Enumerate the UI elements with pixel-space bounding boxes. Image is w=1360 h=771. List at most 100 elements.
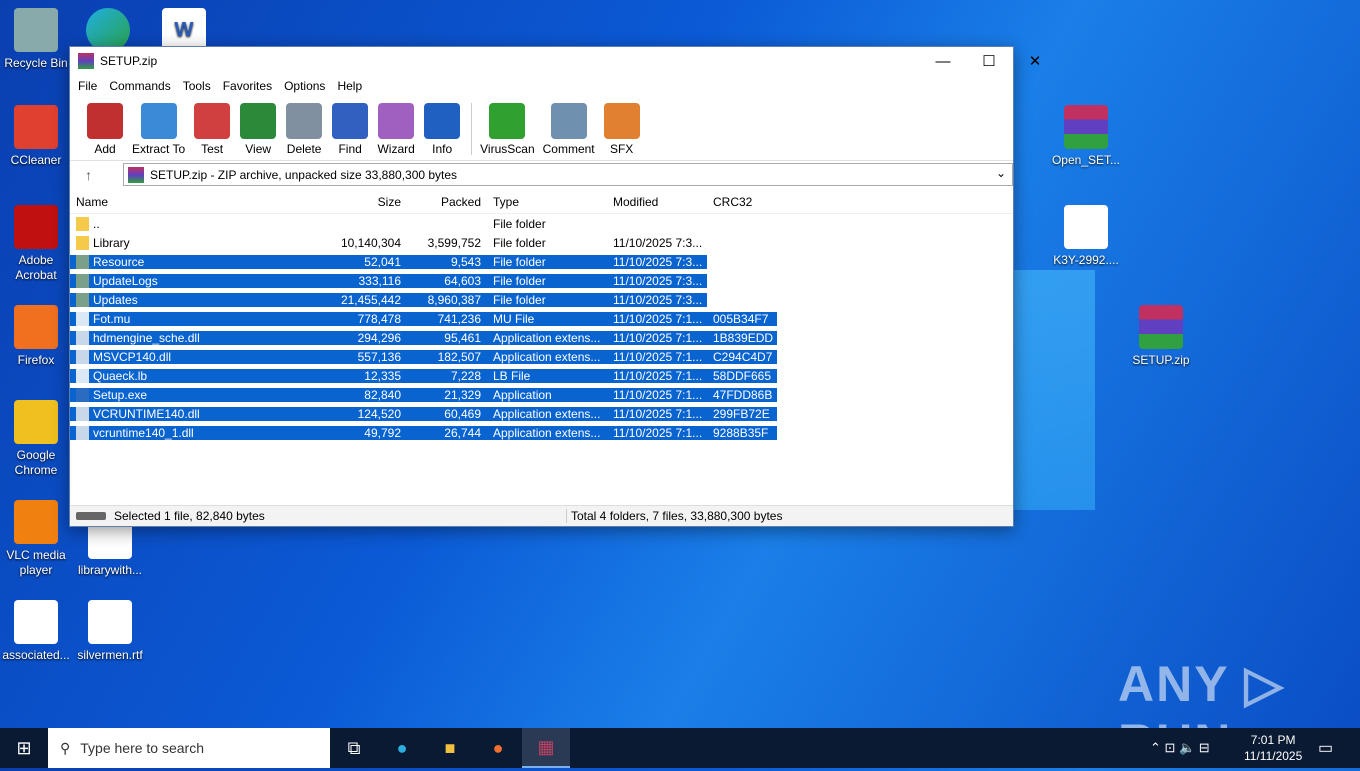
address-dropdown[interactable]: ⌄	[996, 166, 1006, 180]
file-size: 778,478	[327, 311, 407, 326]
find-button[interactable]: Find	[331, 97, 369, 156]
desktop-icon-label: K3Y-2992....	[1053, 253, 1119, 267]
file-row[interactable]: Library 10,140,304 3,599,752 File folder 11/…	[70, 233, 1013, 252]
word-doc-icon	[1064, 205, 1108, 249]
wizard-button[interactable]: Wizard	[377, 97, 415, 156]
exe-icon	[76, 387, 89, 402]
sfx-icon	[603, 103, 640, 139]
toolbar-label: SFX	[609, 142, 634, 156]
extract-to-button[interactable]: Extract To	[132, 97, 185, 156]
file-icon	[76, 311, 89, 326]
firefox-taskbar-icon[interactable]: ●	[474, 728, 522, 768]
window-title: SETUP.zip	[100, 54, 158, 68]
add-button[interactable]: Add	[86, 97, 124, 156]
column-header-type[interactable]: Type	[487, 195, 607, 209]
up-button[interactable]: ↑	[85, 167, 92, 183]
desktop-icon[interactable]: VLC media player	[0, 500, 72, 578]
delete-button[interactable]: Delete	[285, 97, 323, 156]
title-bar[interactable]: SETUP.zip — ☐ ✕	[70, 47, 1041, 75]
file-row[interactable]: Updates 21,455,442 8,960,387 File folder 11/…	[70, 290, 1013, 309]
sfx-button[interactable]: SFX	[603, 97, 641, 156]
menu-file[interactable]: File	[76, 79, 105, 93]
winrar-icon	[78, 53, 94, 69]
winrar-taskbar-icon[interactable]: ▦	[522, 728, 570, 768]
virusscan-icon	[489, 103, 526, 139]
file-row[interactable]: MSVCP140.dll 557,136 182,507 Application ex…	[70, 347, 1013, 366]
file-row[interactable]: .. File folder	[70, 214, 1013, 233]
column-header-crc32[interactable]: CRC32	[707, 195, 777, 209]
file-crc: 47FDD86B	[707, 387, 777, 402]
desktop-icon[interactable]: Open_SET...	[1050, 105, 1122, 168]
desktop-icon-label: Recycle Bin	[4, 56, 68, 70]
file-type: Application extens...	[487, 406, 607, 421]
desktop-icon-image	[14, 205, 58, 249]
desktop-icon[interactable]: SETUP.zip	[1125, 305, 1197, 368]
view-button[interactable]: View	[239, 97, 277, 156]
address-field[interactable]: SETUP.zip - ZIP archive, unpacked size 3…	[123, 163, 1013, 186]
menu-options[interactable]: Options	[282, 79, 333, 93]
task-view-icon[interactable]: ⧉	[330, 728, 378, 768]
info-button[interactable]: Info	[423, 97, 461, 156]
file-size: 49,792	[327, 425, 407, 440]
file-row[interactable]: Setup.exe 82,840 21,329 Application 11/10/20…	[70, 385, 1013, 404]
file-icon	[76, 368, 89, 383]
comment-button[interactable]: Comment	[543, 97, 595, 156]
column-header-size[interactable]: Size	[327, 195, 407, 209]
column-header-name[interactable]: Name	[70, 195, 327, 209]
minimize-button[interactable]: —	[920, 47, 966, 75]
desktop-icon[interactable]: Firefox	[0, 305, 72, 368]
file-type: MU File	[487, 311, 607, 326]
desktop-icon-label: Firefox	[17, 353, 55, 367]
file-name: VCRUNTIME140.dll	[93, 406, 200, 421]
column-header-modified[interactable]: Modified	[607, 195, 707, 209]
file-row[interactable]: Fot.mu 778,478 741,236 MU File 11/10/2025 7:…	[70, 309, 1013, 328]
file-modified: 11/10/2025 7:1...	[607, 406, 707, 421]
maximize-button[interactable]: ☐	[966, 47, 1012, 75]
menu-help[interactable]: Help	[335, 79, 370, 93]
drive-icon	[76, 512, 106, 520]
close-button[interactable]: ✕	[1012, 47, 1058, 75]
menu-commands[interactable]: Commands	[107, 79, 178, 93]
desktop-icon[interactable]: K3Y-2992....	[1050, 205, 1122, 268]
desktop-icon[interactable]: associated...	[0, 600, 72, 663]
desktop-icon[interactable]: CCleaner	[0, 105, 72, 168]
file-row[interactable]: Quaeck.lb 12,335 7,228 LB File 11/10/2025 7:…	[70, 366, 1013, 385]
menu-favorites[interactable]: Favorites	[221, 79, 280, 93]
toolbar-label: Extract To	[132, 142, 186, 156]
file-size: 12,335	[327, 368, 407, 383]
explorer-taskbar-icon[interactable]: ■	[426, 728, 474, 768]
desktop-icon[interactable]: silvermen.rtf	[74, 600, 146, 663]
toolbar-label: Wizard	[377, 142, 415, 156]
file-size: 124,520	[327, 406, 407, 421]
file-packed: 7,228	[407, 368, 487, 383]
file-crc: 1B839EDD	[707, 330, 777, 345]
file-row[interactable]: vcruntime140_1.dll 49,792 26,744 Applicatio…	[70, 423, 1013, 442]
file-name-cell: UpdateLogs	[70, 273, 327, 288]
file-packed: 26,744	[407, 425, 487, 440]
clock[interactable]: 7:01 PM 11/11/2025	[1244, 732, 1302, 764]
desktop-icon-label: SETUP.zip	[1132, 353, 1190, 367]
virusscan-button[interactable]: VirusScan	[480, 97, 535, 156]
desktop-icon[interactable]: Recycle Bin	[0, 8, 72, 71]
delete-icon	[286, 103, 323, 139]
address-bar: ↑ SETUP.zip - ZIP archive, unpacked size…	[70, 162, 1013, 188]
menu-bar: File Commands Tools Favorites Options Help	[70, 75, 1013, 97]
notifications-icon[interactable]: ▭	[1318, 738, 1333, 758]
file-row[interactable]: VCRUNTIME140.dll 124,520 60,469 Application…	[70, 404, 1013, 423]
desktop-icon[interactable]: Google Chrome	[0, 400, 72, 478]
tray-icons[interactable]: ⌃ ⊡ 🔈 ⊟	[1150, 740, 1210, 756]
toolbar-label: View	[245, 142, 272, 156]
file-row[interactable]: UpdateLogs 333,116 64,603 File folder 11/10/…	[70, 271, 1013, 290]
file-name: Updates	[93, 292, 138, 307]
taskbar-search[interactable]: ⚲ Type here to search	[48, 728, 330, 768]
file-row[interactable]: Resource 52,041 9,543 File folder 11/10/2025…	[70, 252, 1013, 271]
file-row[interactable]: hdmengine_sche.dll 294,296 95,461 Applicati…	[70, 328, 1013, 347]
edge-taskbar-icon[interactable]: ●	[378, 728, 426, 768]
desktop-icon-image	[14, 305, 58, 349]
start-button[interactable]: ⊞	[0, 728, 48, 768]
test-button[interactable]: Test	[193, 97, 231, 156]
desktop-icon[interactable]: Adobe Acrobat	[0, 205, 72, 283]
column-header-packed[interactable]: Packed	[407, 195, 487, 209]
menu-tools[interactable]: Tools	[181, 79, 219, 93]
winrar-window: SETUP.zip — ☐ ✕ File Commands Tools Favorit…	[69, 46, 1041, 527]
